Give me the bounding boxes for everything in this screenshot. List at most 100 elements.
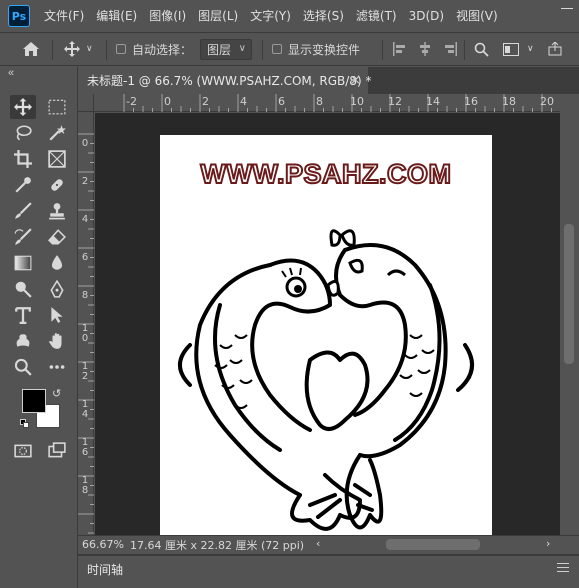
watermark-text: WWW.PSAHZ.COM	[200, 158, 452, 190]
eraser-icon	[48, 229, 66, 245]
vertical-scrollbar[interactable]	[560, 94, 579, 535]
dodge-icon	[15, 281, 32, 298]
align-left-button[interactable]	[392, 33, 406, 65]
lasso-tool[interactable]	[10, 121, 36, 145]
marquee-tool[interactable]	[44, 95, 70, 119]
blur-tool[interactable]	[44, 251, 70, 275]
document-tab-title: 未标题-1 @ 66.7% (WWW.PSAHZ.COM, RGB/8) *	[87, 74, 372, 88]
menu-filter[interactable]: 滤镜(T)	[350, 0, 403, 32]
shape-tool[interactable]	[10, 329, 36, 353]
ruler-label: 4	[240, 95, 247, 108]
panel-menu-icon[interactable]	[557, 563, 569, 575]
horizontal-ruler[interactable]: -2 0 2 4 6 8 10 12 14 16 18 20	[94, 94, 560, 112]
screen-mode-button[interactable]	[44, 439, 70, 463]
move-icon	[64, 41, 80, 57]
ruler-label: 1 8	[81, 475, 89, 496]
eyedropper-icon	[15, 177, 31, 193]
path-selection-tool[interactable]	[44, 303, 70, 327]
default-colors-icon[interactable]	[20, 419, 30, 429]
home-button[interactable]	[22, 33, 40, 65]
type-icon	[15, 307, 31, 324]
menu-edit[interactable]: 编辑(E)	[90, 0, 143, 32]
swap-colors-icon[interactable]: ↺	[52, 387, 61, 400]
vertical-ruler[interactable]: 0 2 4 6 8 1 0 1 2 1 4 1 6 1 8	[78, 112, 94, 535]
edit-toolbar-button[interactable]	[44, 355, 70, 379]
frame-tool[interactable]	[44, 147, 70, 171]
workspace-button[interactable]: ∨	[503, 33, 534, 65]
timeline-tab[interactable]: 时间轴	[87, 561, 123, 578]
gradient-tool[interactable]	[10, 251, 36, 275]
chevron-left-icon[interactable]: ‹	[316, 537, 320, 550]
auto-select-checkbox[interactable]: 自动选择：	[116, 33, 192, 65]
document-canvas[interactable]: WWW.PSAHZ.COM	[160, 135, 492, 535]
scrollbar-thumb[interactable]	[386, 539, 480, 550]
ruler-label: 0	[81, 138, 89, 149]
ruler-label: 8	[81, 290, 89, 301]
close-icon[interactable]: ×	[350, 73, 361, 88]
tools-panel: « ↺	[0, 67, 78, 588]
custom-shape-icon	[16, 334, 30, 347]
type-tool[interactable]	[10, 303, 36, 327]
quick-mask-icon	[14, 444, 32, 458]
zoom-level[interactable]: 66.67%	[78, 538, 126, 551]
chevron-down-icon: ∨	[238, 43, 246, 54]
layer-select-value: 图层	[207, 43, 232, 57]
checkbox-box[interactable]	[116, 44, 126, 54]
horizontal-scrollbar[interactable]	[324, 539, 564, 550]
ruler-label: 8	[316, 95, 323, 108]
magic-wand-icon	[49, 125, 66, 141]
menu-image[interactable]: 图像(I)	[143, 0, 192, 32]
ruler-label: 2	[81, 176, 89, 187]
clone-stamp-tool[interactable]	[44, 199, 70, 223]
brush-tool[interactable]	[10, 199, 36, 223]
scrollbar-thumb[interactable]	[564, 224, 574, 364]
share-button[interactable]	[548, 33, 562, 65]
hand-tool[interactable]	[44, 329, 70, 353]
layer-select[interactable]: 图层 ∨	[200, 39, 252, 60]
healing-brush-tool[interactable]	[44, 173, 70, 197]
collapse-panel-icon[interactable]: «	[8, 67, 14, 79]
align-right-icon	[445, 42, 457, 56]
screen-mode-icon	[48, 442, 66, 458]
ruler-label: 1 0	[81, 323, 89, 344]
move-tool[interactable]	[10, 95, 36, 119]
zoom-tool[interactable]	[10, 355, 36, 379]
move-tool-preset[interactable]: ∨	[64, 33, 93, 65]
ruler-label: 0	[164, 95, 171, 108]
document-tab[interactable]: 未标题-1 @ 66.7% (WWW.PSAHZ.COM, RGB/8) * ×	[78, 67, 372, 94]
move-icon	[14, 98, 32, 116]
pen-tool[interactable]	[44, 277, 70, 301]
crop-icon	[14, 150, 32, 168]
history-brush-tool[interactable]	[10, 225, 36, 249]
checkbox-box[interactable]	[272, 44, 282, 54]
search-button[interactable]	[474, 33, 489, 65]
history-brush-icon	[14, 228, 32, 245]
menu-3d[interactable]: 3D(D)	[403, 0, 450, 32]
document-tab-bar: 未标题-1 @ 66.7% (WWW.PSAHZ.COM, RGB/8) * ×	[78, 67, 579, 94]
frame-icon	[48, 150, 66, 168]
magic-wand-tool[interactable]	[44, 121, 70, 145]
eyedropper-tool[interactable]	[10, 173, 36, 197]
ruler-label: 6	[278, 95, 285, 108]
arrow-icon	[51, 307, 63, 323]
dodge-tool[interactable]	[10, 277, 36, 301]
foreground-color-swatch[interactable]	[22, 389, 46, 413]
canvas-area[interactable]: WWW.PSAHZ.COM	[95, 113, 560, 535]
menu-type[interactable]: 文字(Y)	[244, 0, 297, 32]
quick-mask-button[interactable]	[10, 439, 36, 463]
align-right-button[interactable]	[444, 33, 458, 65]
document-info[interactable]: 17.64 厘米 x 22.82 厘米 (72 ppi)	[126, 537, 304, 553]
align-center-button[interactable]	[418, 33, 432, 65]
eraser-tool[interactable]	[44, 225, 70, 249]
menu-view[interactable]: 视图(V)	[450, 0, 504, 32]
chevron-right-icon[interactable]: ›	[546, 537, 550, 550]
chevron-down-icon: ∨	[527, 44, 534, 54]
menu-layer[interactable]: 图层(L)	[192, 0, 244, 32]
ruler-label: 12	[388, 95, 402, 108]
crop-tool[interactable]	[10, 147, 36, 171]
minimize-button[interactable]	[561, 8, 573, 9]
menu-select[interactable]: 选择(S)	[297, 0, 350, 32]
ruler-label: 4	[81, 214, 89, 225]
menu-file[interactable]: 文件(F)	[38, 0, 90, 32]
show-transform-checkbox[interactable]: 显示变换控件	[272, 33, 360, 65]
